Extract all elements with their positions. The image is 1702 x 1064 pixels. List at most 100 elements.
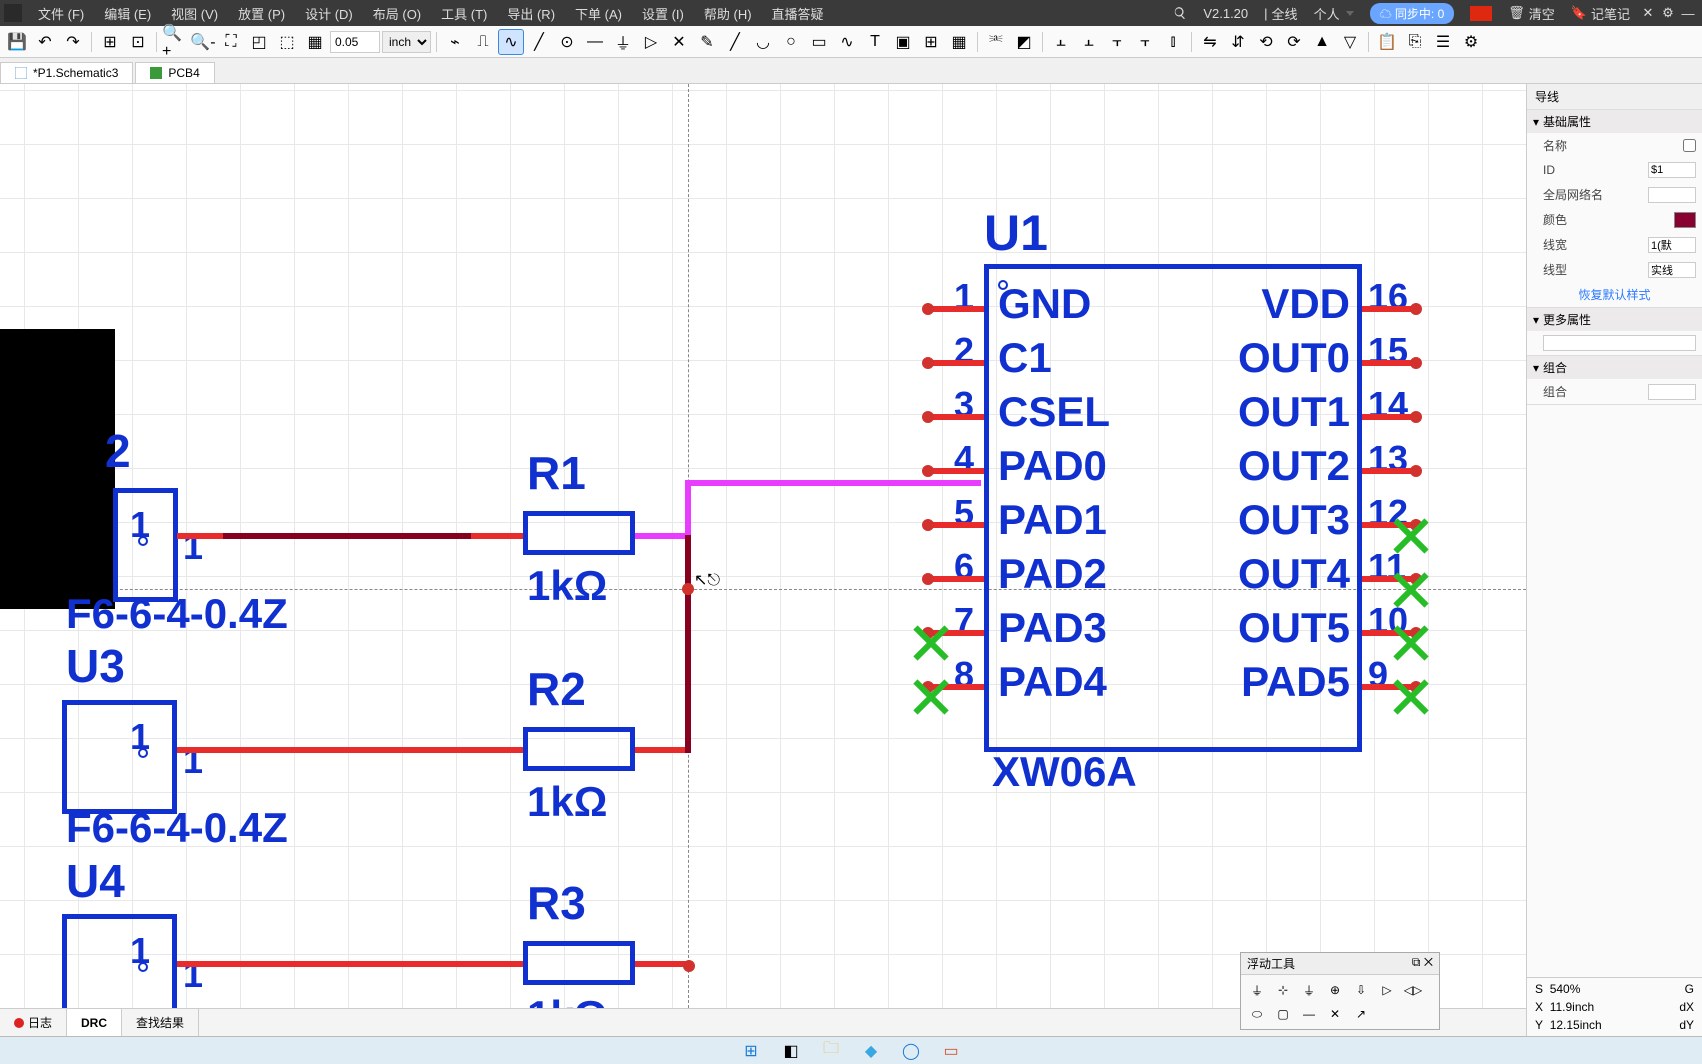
menu-settings[interactable]: 设置 (I)	[632, 4, 694, 23]
align-right-icon[interactable]: ⫠	[1076, 29, 1102, 55]
pin-wire[interactable]	[1362, 360, 1416, 366]
ft-port2-icon[interactable]: ◁▷	[1401, 979, 1425, 1001]
bring-front-icon[interactable]: ▲	[1309, 29, 1335, 55]
prop-more-input[interactable]	[1543, 335, 1696, 351]
tool-pencil-icon[interactable]: ✎	[694, 29, 720, 55]
paste-icon[interactable]: 📋	[1374, 29, 1400, 55]
u3-body[interactable]	[62, 700, 177, 814]
taskbar-start-icon[interactable]: ⊞	[736, 1040, 766, 1062]
reset-style-link[interactable]: 恢复默认样式	[1527, 282, 1702, 307]
tool-table-icon[interactable]: ⊞	[918, 29, 944, 55]
notes-button[interactable]: 🔖记笔记	[1563, 4, 1638, 23]
tool-line-icon[interactable]: ╱	[722, 29, 748, 55]
grid-snap-icon[interactable]: ⊞	[97, 29, 123, 55]
pin-wire[interactable]	[930, 576, 984, 582]
grid-spacing-input[interactable]	[330, 31, 380, 53]
zoom-out-icon[interactable]: 🔍-	[190, 29, 216, 55]
pin-wire[interactable]	[930, 360, 984, 366]
tool-noconnect-icon[interactable]: ✕	[666, 29, 692, 55]
r2-body[interactable]	[523, 727, 635, 771]
tool-netlabel-icon[interactable]: —	[582, 29, 608, 55]
menu-tools[interactable]: 工具 (T)	[431, 4, 497, 23]
tool-bezier-icon[interactable]: ∿	[834, 29, 860, 55]
prop-color-swatch[interactable]	[1674, 212, 1696, 228]
unit-select[interactable]: inch	[382, 31, 431, 53]
clear-button[interactable]: 🗑清空	[1500, 4, 1563, 23]
status-find[interactable]: 查找结果	[122, 1009, 199, 1036]
flip-v-icon[interactable]: ⇵	[1225, 29, 1251, 55]
taskbar-explorer-icon[interactable]: 🗀	[816, 1040, 846, 1062]
send-back-icon[interactable]: ▽	[1337, 29, 1363, 55]
tool-netclass-icon[interactable]: ⎃	[983, 29, 1009, 55]
r3-body[interactable]	[523, 941, 635, 985]
tool-circle-icon[interactable]: ○	[778, 29, 804, 55]
menu-edit[interactable]: 编辑 (E)	[94, 4, 161, 23]
wire[interactable]	[223, 533, 473, 539]
align-top-icon[interactable]: ⫟	[1104, 29, 1130, 55]
grid-toggle-icon[interactable]: ⊡	[125, 29, 151, 55]
tool-wire-icon[interactable]: ∿	[498, 29, 524, 55]
tool-arc-icon[interactable]: ◡	[750, 29, 776, 55]
tool-power-icon[interactable]: ⏚	[610, 29, 636, 55]
align-bottom-icon[interactable]: ⫟	[1132, 29, 1158, 55]
zoom-region-icon[interactable]: ◰	[246, 29, 272, 55]
taskbar-edge-icon[interactable]: ◯	[896, 1040, 926, 1062]
menu-file[interactable]: 文件 (F)	[28, 4, 94, 23]
wire[interactable]	[177, 961, 523, 967]
gear-icon[interactable]: ⚙	[1658, 3, 1678, 23]
floating-toolbox[interactable]: 浮动工具 ⧉ ✕ ⏚ ⊹ ⏚ ⊕ ⇩ ▷ ◁▷ ⬭ ▢ — ✕ ↗	[1240, 952, 1440, 1030]
group-combination[interactable]: ▾ 组合	[1527, 356, 1702, 379]
tool-resistor-icon[interactable]: ⎍	[470, 29, 496, 55]
prop-width-input[interactable]	[1648, 237, 1696, 253]
float-pin-icon[interactable]: ⧉	[1412, 955, 1421, 969]
wire-selected[interactable]	[635, 533, 690, 539]
taskbar-app1-icon[interactable]: ◧	[776, 1040, 806, 1062]
tool-text-icon[interactable]: T	[862, 29, 888, 55]
pin-wire[interactable]	[1362, 306, 1416, 312]
tool-drc-icon[interactable]: ◩	[1011, 29, 1037, 55]
tool-sheet-icon[interactable]: ▦	[946, 29, 972, 55]
taskbar-ppt-icon[interactable]: ▭	[936, 1040, 966, 1062]
pin-wire[interactable]	[1362, 468, 1416, 474]
status-log[interactable]: 日志	[0, 1009, 67, 1036]
ft-line-icon[interactable]: —	[1297, 1003, 1321, 1025]
save-icon[interactable]: 💾	[4, 29, 30, 55]
tool-filter-icon[interactable]: ⌁	[442, 29, 468, 55]
ft-rect-icon[interactable]: ▢	[1271, 1003, 1295, 1025]
wire[interactable]	[177, 747, 523, 753]
flip-h-icon[interactable]: ⇋	[1197, 29, 1223, 55]
menu-live[interactable]: 直播答疑	[762, 4, 834, 23]
pin-wire[interactable]	[930, 414, 984, 420]
ft-ellipse-icon[interactable]: ⬭	[1245, 1003, 1269, 1025]
distribute-h-icon[interactable]: ⫾	[1160, 29, 1186, 55]
tool-port-icon[interactable]: ▷	[638, 29, 664, 55]
ft-plus-icon[interactable]: ⊕	[1323, 979, 1347, 1001]
menu-place[interactable]: 放置 (P)	[228, 4, 295, 23]
menu-view[interactable]: 视图 (V)	[161, 4, 228, 23]
wire[interactable]	[177, 533, 223, 539]
tool-junction-icon[interactable]: ⊙	[554, 29, 580, 55]
settings2-icon[interactable]: ☰	[1430, 29, 1456, 55]
copy-icon[interactable]: ⎘	[1402, 29, 1428, 55]
ft-x-icon[interactable]: ✕	[1323, 1003, 1347, 1025]
grid-icon[interactable]: ▦	[302, 29, 328, 55]
menu-export[interactable]: 导出 (R)	[497, 4, 565, 23]
close-icon[interactable]: ✕	[1638, 3, 1658, 23]
float-close-icon[interactable]: ✕	[1424, 955, 1433, 969]
r1-body[interactable]	[523, 511, 635, 555]
prop-name-check[interactable]	[1683, 139, 1696, 152]
wire-selected[interactable]	[685, 480, 981, 486]
undo-icon[interactable]: ↶	[32, 29, 58, 55]
wire[interactable]	[635, 961, 690, 967]
redo-icon[interactable]: ↷	[60, 29, 86, 55]
ft-down-icon[interactable]: ⇩	[1349, 979, 1373, 1001]
tool-image-icon[interactable]: ▣	[890, 29, 916, 55]
ft-junction-icon[interactable]: ⊹	[1271, 979, 1295, 1001]
prop-net-input[interactable]	[1648, 187, 1696, 203]
ft-bus-icon[interactable]: ⏚	[1245, 979, 1269, 1001]
menu-layout[interactable]: 布局 (O)	[363, 4, 431, 23]
zoom-fit-icon[interactable]: ⛶	[218, 29, 244, 55]
ft-gnd-icon[interactable]: ⏚	[1297, 979, 1321, 1001]
wire-drawing[interactable]	[685, 535, 691, 753]
pin-wire[interactable]	[1362, 414, 1416, 420]
